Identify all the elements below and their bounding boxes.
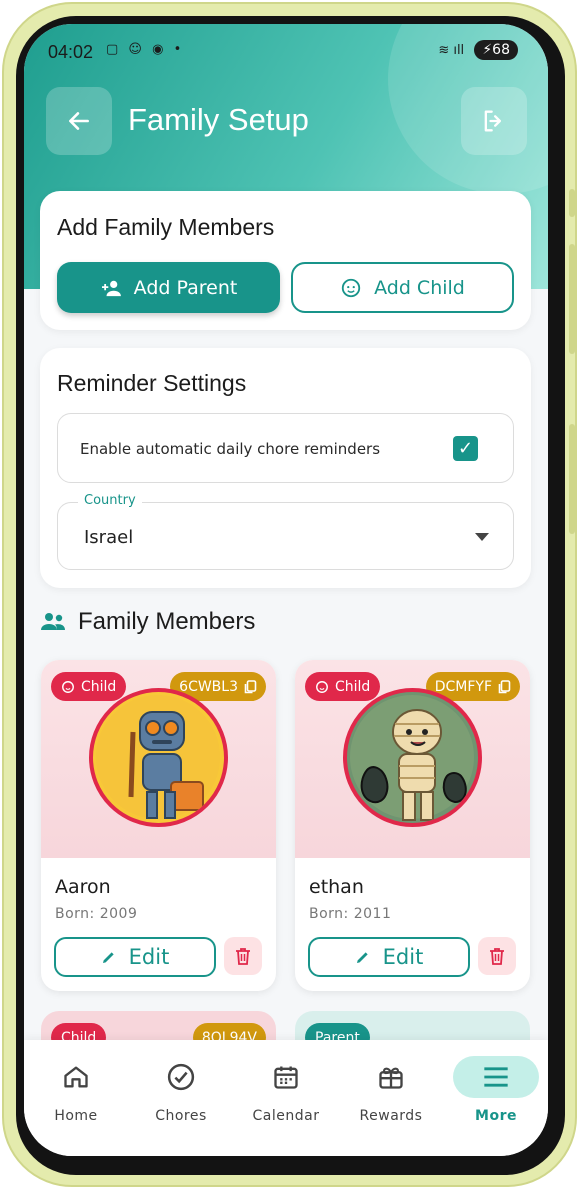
add-parent-button[interactable]: Add Parent xyxy=(57,262,280,313)
arrow-left-icon xyxy=(69,112,89,130)
member-born: Born: 2011 xyxy=(309,906,392,922)
back-button[interactable] xyxy=(46,87,112,155)
avatar xyxy=(89,688,228,827)
gift-icon xyxy=(346,1056,436,1098)
nav-calendar-label: Calendar xyxy=(252,1108,320,1124)
nav-chores-label: Chores xyxy=(155,1108,207,1124)
bottom-nav: Home Chores Calendar Rewards More xyxy=(24,1040,548,1156)
member-name: Aaron xyxy=(55,876,111,898)
nav-home[interactable]: Home xyxy=(31,1056,121,1124)
copy-icon xyxy=(498,679,511,693)
member-card: Child DCMFYF ethan Born: 2011 Edit xyxy=(295,660,530,991)
child-face-icon xyxy=(316,680,328,693)
reminder-settings-title: Reminder Settings xyxy=(57,370,247,396)
add-parent-label: Add Parent xyxy=(133,276,238,299)
edit-button[interactable]: Edit xyxy=(54,937,216,977)
role-label: Child xyxy=(335,678,371,695)
family-members-heading: Family Members xyxy=(40,608,255,636)
reminder-toggle-row[interactable]: Enable automatic daily chore reminders ✓ xyxy=(57,413,514,483)
reminder-checkbox[interactable]: ✓ xyxy=(453,436,478,461)
nav-chores[interactable]: Chores xyxy=(136,1056,226,1124)
nav-calendar[interactable]: Calendar xyxy=(241,1056,331,1124)
pencil-icon xyxy=(102,952,114,963)
reminder-toggle-label: Enable automatic daily chore reminders xyxy=(80,440,381,458)
role-badge: Child xyxy=(305,672,381,701)
nav-more[interactable]: More xyxy=(451,1056,541,1124)
member-born: Born: 2009 xyxy=(55,906,138,922)
status-right: ≋ ıll ⚡68 xyxy=(438,40,518,60)
nav-home-label: Home xyxy=(54,1108,98,1124)
add-members-card: Add Family Members Add Parent Add Child xyxy=(40,191,531,330)
screen: 04:02 ▢ ☺ ◉ • ≋ ıll ⚡68 Family Setup Add… xyxy=(24,24,548,1156)
copy-icon xyxy=(244,679,257,693)
calendar-icon xyxy=(241,1056,331,1098)
check-circle-icon xyxy=(136,1056,226,1098)
avatar xyxy=(343,688,482,827)
add-members-title: Add Family Members xyxy=(57,214,275,240)
family-members-title: Family Members xyxy=(78,608,256,635)
nav-more-label: More xyxy=(475,1108,517,1124)
side-button xyxy=(569,189,575,217)
child-face-icon xyxy=(62,680,74,693)
dropdown-arrow-icon xyxy=(475,533,489,541)
child-face-icon xyxy=(341,278,361,297)
edit-label: Edit xyxy=(128,945,170,969)
status-notification-icons: ▢ ☺ ◉ • xyxy=(106,42,185,57)
reminder-settings-card: Reminder Settings Enable automatic daily… xyxy=(40,348,531,588)
battery-icon: ⚡68 xyxy=(474,40,518,60)
home-icon xyxy=(31,1056,121,1098)
member-name: ethan xyxy=(309,876,364,898)
invite-code: DCMFYF xyxy=(434,678,492,695)
add-person-icon xyxy=(101,280,121,296)
status-bar: 04:02 ▢ ☺ ◉ • ≋ ıll ⚡68 xyxy=(24,24,548,74)
country-select[interactable]: Country Israel xyxy=(57,493,514,570)
nav-rewards-label: Rewards xyxy=(359,1108,423,1124)
invite-code: 6CWBL3 xyxy=(179,678,238,695)
add-child-label: Add Child xyxy=(374,276,465,299)
edit-button[interactable]: Edit xyxy=(308,937,470,977)
mummy-avatar-image xyxy=(350,695,474,821)
page-title: Family Setup xyxy=(128,102,309,137)
delete-button[interactable] xyxy=(478,937,516,975)
edit-label: Edit xyxy=(382,945,424,969)
role-label: Child xyxy=(81,678,117,695)
nav-rewards[interactable]: Rewards xyxy=(346,1056,436,1124)
trash-icon xyxy=(236,948,250,965)
delete-button[interactable] xyxy=(224,937,262,975)
logout-button[interactable] xyxy=(461,87,527,155)
logout-icon xyxy=(484,110,501,132)
trash-icon xyxy=(490,948,504,965)
menu-icon xyxy=(453,1056,539,1098)
volume-button xyxy=(569,244,575,354)
member-card: Child 6CWBL3 Aaron Born: 2009 Edit xyxy=(41,660,276,991)
country-value: Israel xyxy=(84,527,134,548)
country-label: Country xyxy=(78,493,142,508)
power-button xyxy=(569,424,575,534)
robot-avatar-image xyxy=(96,695,220,819)
signal-icon: ≋ ıll xyxy=(438,43,465,58)
group-icon xyxy=(41,613,65,630)
pencil-icon xyxy=(356,952,368,963)
battery-level: 68 xyxy=(492,42,510,58)
role-badge: Child xyxy=(51,672,127,701)
add-child-button[interactable]: Add Child xyxy=(291,262,514,313)
status-time: 04:02 xyxy=(48,42,94,62)
